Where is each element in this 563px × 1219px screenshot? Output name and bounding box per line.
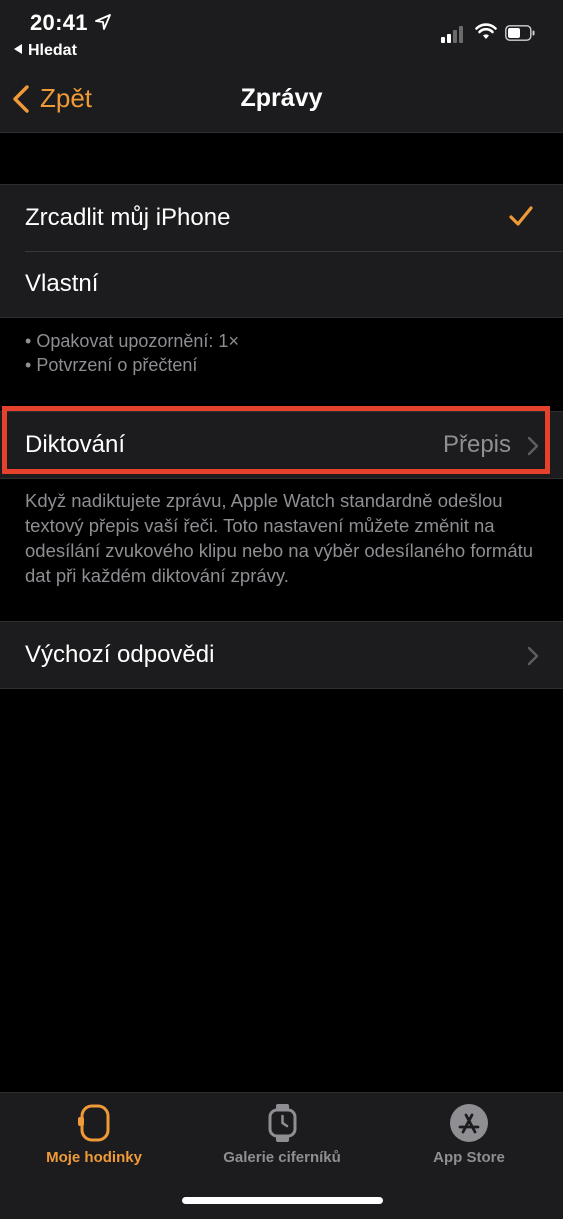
tab-my-watch[interactable]: Moje hodinky bbox=[0, 1103, 188, 1166]
watch-face-icon bbox=[268, 1104, 297, 1142]
chevron-right-icon bbox=[527, 646, 539, 666]
default-replies-group: Výchozí odpovědi bbox=[0, 621, 563, 689]
note-read-receipts: Potvrzení o přečtení bbox=[25, 353, 239, 377]
back-to-app-link[interactable]: Hledat bbox=[14, 42, 77, 60]
default-replies-label: Výchozí odpovědi bbox=[25, 641, 215, 668]
status-time: 20:41 bbox=[30, 10, 88, 35]
default-replies-row[interactable]: Výchozí odpovědi bbox=[0, 622, 563, 688]
navigation-bar: Zpět Zprávy bbox=[0, 66, 563, 133]
tab-my-watch-label: Moje hodinky bbox=[46, 1149, 142, 1166]
mirror-iphone-option[interactable]: Zrcadlit můj iPhone bbox=[0, 185, 563, 251]
page-title: Zprávy bbox=[240, 84, 323, 112]
note-repeat-alert: Opakovat upozornění: 1× bbox=[25, 329, 239, 353]
dictation-description: Když nadiktujete zprávu, Apple Watch sta… bbox=[25, 490, 534, 586]
back-app-label: Hledat bbox=[28, 42, 77, 59]
checkmark-icon bbox=[509, 206, 533, 226]
back-triangle-icon bbox=[14, 44, 22, 54]
battery-icon bbox=[505, 25, 535, 41]
cellular-signal-icon bbox=[441, 25, 467, 43]
custom-option[interactable]: Vlastní bbox=[0, 251, 563, 317]
wifi-icon bbox=[475, 23, 497, 39]
mirror-iphone-label: Zrcadlit můj iPhone bbox=[25, 204, 231, 231]
status-bar: 20:41 Hledat bbox=[0, 0, 563, 66]
tab-face-gallery[interactable]: Galerie ciferníků bbox=[188, 1103, 376, 1166]
location-arrow-icon bbox=[95, 14, 111, 30]
home-indicator[interactable] bbox=[182, 1197, 383, 1204]
app-store-icon bbox=[450, 1104, 488, 1142]
tab-face-gallery-label: Galerie ciferníků bbox=[223, 1149, 341, 1166]
tab-app-store-label: App Store bbox=[433, 1149, 505, 1166]
highlight-frame bbox=[2, 406, 550, 474]
mirror-notes: Opakovat upozornění: 1× Potvrzení o přeč… bbox=[25, 329, 239, 377]
tab-app-store[interactable]: App Store bbox=[375, 1103, 563, 1166]
notification-mode-group: Zrcadlit můj iPhone Vlastní bbox=[0, 184, 563, 318]
custom-label: Vlastní bbox=[25, 270, 99, 297]
watch-icon bbox=[78, 1104, 110, 1142]
